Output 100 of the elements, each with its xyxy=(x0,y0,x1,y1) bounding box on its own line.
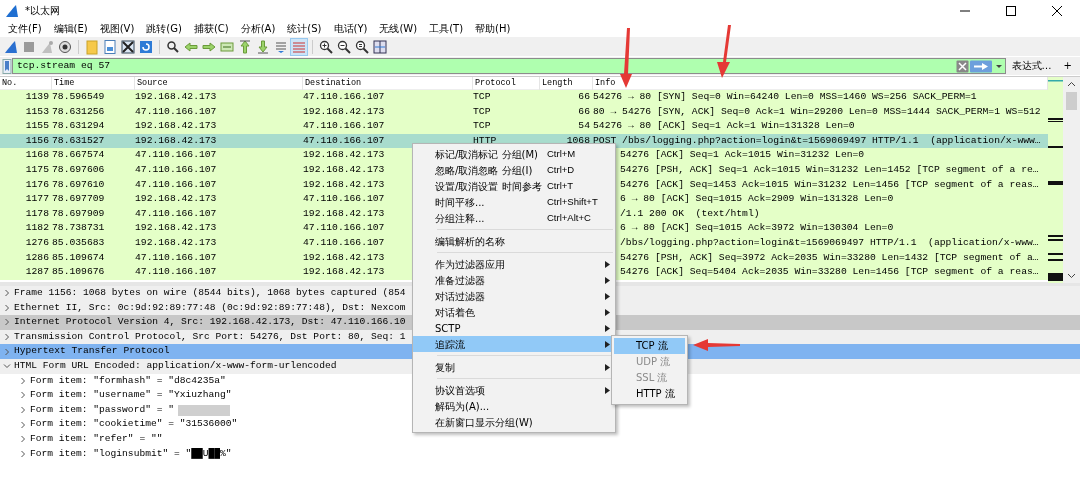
window-title: *以太网 xyxy=(25,4,60,18)
tree-row-label: Form item: "username" = "Yxiuzhang" xyxy=(30,388,232,403)
table-cell: 192.168.42.173 xyxy=(135,134,217,146)
table-cell: 47.110.166.107 xyxy=(135,105,217,117)
table-cell: 192.168.42.173 xyxy=(303,149,385,161)
table-cell: /1.1 200 OK (text/html) xyxy=(620,207,760,219)
tree-row-label: Form item: "cookietime" = "31536000" xyxy=(30,417,238,432)
table-cell: 1177 xyxy=(25,193,49,205)
table-cell: 1182 xyxy=(25,222,49,234)
table-cell: 54276 [PSH, ACK] Seq=1 Ack=1015 Win=31232 Len=1452 [TCP segment of a re… xyxy=(620,163,1039,175)
table-cell: 192.168.42.173 xyxy=(135,91,217,102)
table-cell: 1168 xyxy=(25,149,49,161)
table-cell: 54276 → 80 [ACK] Seq=1 Ack=1 Win=131328 Len=0 xyxy=(593,120,855,132)
tree-row-label: Transmission Control Protocol, Src Port: 54276, Dst Port: 80, Seq: 1 xyxy=(14,329,406,344)
table-cell: 47.110.166.107 xyxy=(303,222,385,234)
table-cell: TCP xyxy=(473,105,491,117)
table-cell: 54276 [ACK] Seq=1 Ack=1015 Win=31232 Len=0 xyxy=(620,149,865,161)
menu-item-label: 协议首选项 xyxy=(435,383,486,398)
table-cell: /bbs/logging.php?action=login&t=1569069497 HTTP/1.1 (application/x-www… xyxy=(620,236,1039,248)
table-cell: 1276 xyxy=(25,236,49,248)
table-cell: 1286 xyxy=(25,251,49,263)
menu-item-label: 在新窗口显示分组(W) xyxy=(435,415,534,430)
table-cell: 54276 → 80 [SYN] Seq=0 Win=64240 Len=0 MSS=1460 WS=256 SACK_PERM=1 xyxy=(593,91,977,102)
menu-item-label: 标记/取消标记 分组(M) xyxy=(435,147,539,162)
table-cell: 78.631527 xyxy=(52,134,105,146)
shortcut-label: Ctrl+D xyxy=(547,162,576,177)
table-cell: 1139 xyxy=(25,91,49,102)
table-cell: 1153 xyxy=(25,105,49,117)
table-cell: 47.110.166.107 xyxy=(135,251,217,263)
tree-row-label: Frame 1156: 1068 bytes on wire (8544 bits), 1068 bytes captured (854 xyxy=(14,286,406,300)
table-cell: 47.110.166.107 xyxy=(303,120,385,132)
table-cell: 47.110.166.107 xyxy=(303,91,385,102)
table-cell: 54276 [PSH, ACK] Seq=3972 Ack=2035 Win=33280 Len=1432 [TCP segment of a… xyxy=(620,251,1039,263)
table-cell: 85.035683 xyxy=(52,236,105,248)
table-cell: 1287 xyxy=(25,266,49,278)
table-cell: 192.168.42.173 xyxy=(135,222,217,234)
table-cell: 192.168.42.173 xyxy=(303,266,385,278)
table-cell: 47.110.166.107 xyxy=(303,193,385,205)
table-cell: 78.738731 xyxy=(52,222,105,234)
table-cell: 47.110.166.107 xyxy=(135,149,217,161)
table-cell: 1178 xyxy=(25,207,49,219)
menu-item-label: 复制 xyxy=(435,360,456,375)
table-cell: 78.631294 xyxy=(52,120,105,132)
table-cell: 78.697909 xyxy=(52,207,105,219)
table-cell: 47.110.166.107 xyxy=(303,134,385,146)
table-cell: POST /bbs/logging.php?action=login&t=1569069497 HTTP/1.1 (application/x-www… xyxy=(593,134,1041,146)
table-cell: TCP xyxy=(473,120,491,132)
table-cell: 78.631256 xyxy=(52,105,105,117)
table-cell: 1176 xyxy=(25,178,49,190)
menu-item-label: 准备过滤器 xyxy=(435,273,486,288)
menu-item-label: 时间平移... xyxy=(435,195,486,210)
menu-item-label: 对话过滤器 xyxy=(435,289,486,304)
shortcut-label: Ctrl+Alt+C xyxy=(547,210,592,225)
table-cell: 85.109674 xyxy=(52,251,105,263)
table-cell: 192.168.42.173 xyxy=(303,178,385,190)
table-cell: HTTP xyxy=(473,134,497,146)
menu-item-label: 解码为(A)... xyxy=(435,399,491,414)
table-cell: 1068 xyxy=(566,134,590,146)
table-cell: 78.596549 xyxy=(52,91,105,102)
menu-item-label: 编辑解析的名称 xyxy=(435,234,506,249)
table-cell: 6 → 80 [ACK] Seq=1015 Ack=2909 Win=131328 Len=0 xyxy=(620,193,894,205)
tree-row-label: Ethernet II, Src: 0c:9d:92:89:77:48 (0c:9d:92:89:77:48), Dst: Nexcom xyxy=(14,300,406,315)
shortcut-label: Ctrl+Shift+T xyxy=(547,194,599,209)
table-cell: 192.168.42.173 xyxy=(135,236,217,248)
table-cell: 192.168.42.173 xyxy=(303,105,385,117)
table-cell: 66 xyxy=(578,91,590,102)
tree-row-label: Hypertext Transfer Protocol xyxy=(14,344,170,359)
table-cell: 1175 xyxy=(25,163,49,175)
table-cell: 78.697610 xyxy=(52,178,105,190)
table-cell: 1155 xyxy=(25,120,49,132)
table-cell: 78.697709 xyxy=(52,193,105,205)
table-cell: 54276 [ACK] Seq=1453 Ack=1015 Win=31232 Len=1456 [TCP segment of a reas… xyxy=(620,178,1039,190)
shortcut-label: Ctrl+M xyxy=(547,146,577,161)
tree-row-label: Form item: "formhash" = "d8c4235a" xyxy=(30,373,226,388)
table-cell: 80 → 54276 [SYN, ACK] Seq=0 Ack=1 Win=29200 Len=0 MSS=1444 SACK_PERM=1 WS=512 xyxy=(593,105,1041,117)
table-cell: 47.110.166.107 xyxy=(135,178,217,190)
table-cell: 192.168.42.173 xyxy=(135,120,217,132)
table-cell: 47.110.166.107 xyxy=(135,266,217,278)
table-cell: 6 → 80 [ACK] Seq=1015 Ack=3972 Win=130304 Len=0 xyxy=(620,222,894,234)
menu-item-label: 对话着色 xyxy=(435,305,476,320)
table-cell: 47.110.166.107 xyxy=(135,163,217,175)
table-cell: 192.168.42.173 xyxy=(303,251,385,263)
table-cell: 78.667574 xyxy=(52,149,105,161)
table-cell: 78.697606 xyxy=(52,163,105,175)
menu-item-label: 设置/取消设置 时间参考 xyxy=(435,179,543,194)
menu-item-label: SCTP xyxy=(435,321,462,336)
menu-item-label: 追踪流 xyxy=(435,337,466,352)
tree-row-label: HTML Form URL Encoded: application/x-www-form-urlencoded xyxy=(14,358,337,373)
table-cell: 1156 xyxy=(25,134,49,146)
menu-item-label: 忽略/取消忽略 分组(I) xyxy=(435,163,534,178)
table-cell: 192.168.42.173 xyxy=(135,193,217,205)
menu-item-label: 分组注释... xyxy=(435,211,486,226)
table-cell: TCP xyxy=(473,91,491,102)
table-cell: 85.109676 xyxy=(52,266,105,278)
tree-row-label: Form item: "password" = " xyxy=(30,402,174,417)
shortcut-label: Ctrl+T xyxy=(547,178,575,193)
table-cell: 192.168.42.173 xyxy=(303,163,385,175)
table-cell: 47.110.166.107 xyxy=(135,207,217,219)
tree-row-label: Internet Protocol Version 4, Src: 192.168.42.173, Dst: 47.110.166.10 xyxy=(14,315,406,330)
tree-row-label: Form item: "refer" = "" xyxy=(30,431,163,446)
